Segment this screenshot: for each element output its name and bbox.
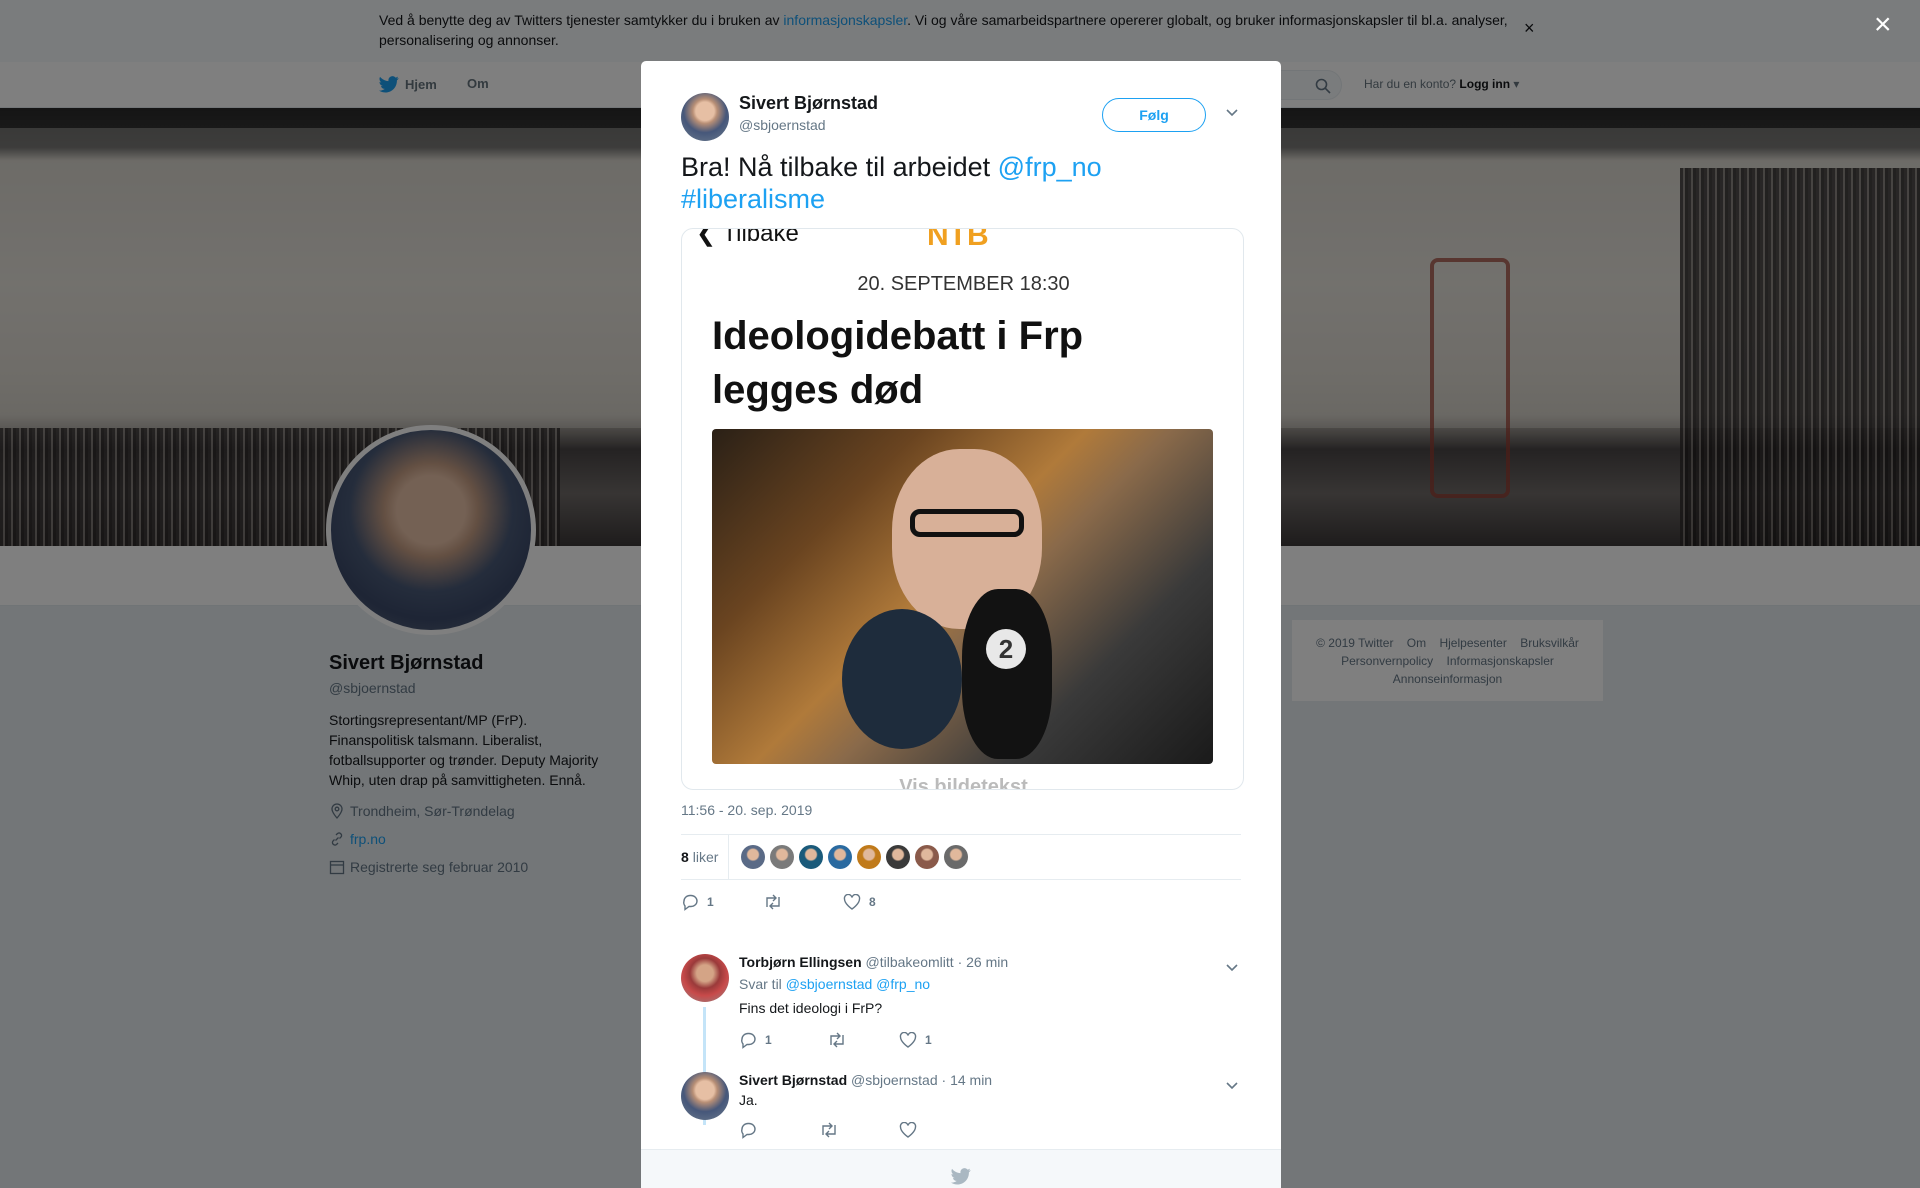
tweet-text-body: Bra! Nå tilbake til arbeidet <box>681 152 998 182</box>
twitter-bird-icon <box>951 1168 971 1185</box>
reply-action[interactable]: 1 <box>681 893 763 911</box>
media-back-text: ❮ Tilbake <box>696 228 799 247</box>
liker-avatar[interactable] <box>741 845 766 869</box>
heart-icon <box>899 1122 917 1138</box>
chevron-down-icon[interactable] <box>1225 960 1239 976</box>
photo-microphone <box>842 609 962 749</box>
photo-glasses <box>910 509 1024 537</box>
reply-actions <box>739 1121 917 1139</box>
reply-text: Ja. <box>739 1092 758 1108</box>
retweet-action[interactable] <box>763 894 843 910</box>
media-headline: Ideologidebatt i Frp legges død <box>712 314 1084 412</box>
tweet-author-handle[interactable]: @sbjoernstad <box>739 117 826 133</box>
reply-time[interactable]: · 26 min <box>958 954 1009 970</box>
liker-avatar[interactable] <box>857 845 882 869</box>
reply-action[interactable]: 1 <box>739 1031 827 1049</box>
reply-header: Sivert Bjørnstad @sbjoernstad · 14 min <box>739 1072 992 1088</box>
reply-icon <box>683 894 698 911</box>
media-logo: NTB <box>927 228 989 252</box>
photo-microphone: 2 <box>962 589 1052 759</box>
modal-footer <box>641 1149 1281 1188</box>
like-action[interactable] <box>899 1122 917 1138</box>
reply-author-handle[interactable]: @sbjoernstad <box>851 1072 938 1088</box>
reply-text: Fins det ideologi i FrP? <box>739 1000 883 1016</box>
follow-button[interactable]: Følg <box>1102 98 1206 132</box>
reply-to-label: Svar til <box>739 976 782 992</box>
tweet-author-name[interactable]: Sivert Bjørnstad <box>739 93 878 114</box>
liker-avatar[interactable] <box>799 845 824 869</box>
reply-author-avatar[interactable] <box>681 1072 729 1120</box>
chevron-down-icon[interactable] <box>1225 105 1239 121</box>
heart-icon <box>843 894 861 910</box>
divider <box>681 879 1241 880</box>
retweet-icon <box>766 894 780 910</box>
tweet-hashtag-link[interactable]: #liberalisme <box>681 184 825 214</box>
retweet-action[interactable] <box>827 1032 899 1048</box>
likes-word: liker <box>692 849 719 865</box>
retweet-icon <box>822 1122 836 1138</box>
retweet-icon <box>830 1032 844 1048</box>
reply-author-handle[interactable]: @tilbakeomlitt <box>866 954 954 970</box>
reply-action[interactable] <box>739 1121 819 1139</box>
close-modal-button[interactable]: × <box>1874 10 1892 40</box>
reply-header: Torbjørn Ellingsen @tilbakeomlitt · 26 m… <box>739 954 1008 970</box>
reply-author-name[interactable]: Torbjørn Ellingsen <box>739 954 862 970</box>
reply-to-mention[interactable]: @frp_no <box>876 976 930 992</box>
liker-avatar[interactable] <box>886 845 911 869</box>
chevron-down-icon[interactable] <box>1225 1078 1239 1094</box>
reply-count: 1 <box>707 895 714 909</box>
mic-label: 2 <box>986 629 1026 669</box>
likes-number: 8 <box>681 849 689 865</box>
tweet-timestamp[interactable]: 11:56 - 20. sep. 2019 <box>681 802 812 818</box>
likers-avatars <box>741 845 969 869</box>
reply-icon <box>741 1032 756 1049</box>
tweet-actions: 1 8 <box>681 893 876 911</box>
reply-actions: 1 1 <box>739 1031 932 1049</box>
tweet-mention-link[interactable]: @frp_no <box>998 152 1102 182</box>
media-photo: 2 <box>712 429 1213 764</box>
liker-avatar[interactable] <box>944 845 969 869</box>
like-action[interactable]: 1 <box>899 1032 932 1048</box>
liker-avatar[interactable] <box>915 845 940 869</box>
reply-author-name[interactable]: Sivert Bjørnstad <box>739 1072 847 1088</box>
media-caption: Vis bildetekst <box>899 776 1028 790</box>
reply-author-avatar[interactable] <box>681 954 729 1002</box>
tweet-author-avatar[interactable] <box>681 93 729 141</box>
reply-to-line: Svar til @sbjoernstad @frp_no <box>739 976 930 992</box>
tweet-text: Bra! Nå tilbake til arbeidet @frp_no #lib… <box>681 151 1241 215</box>
liker-avatar[interactable] <box>770 845 795 869</box>
reply-icon <box>741 1122 756 1139</box>
likes-row: 8 liker <box>681 835 1241 879</box>
reply-time[interactable]: · 14 min <box>942 1072 993 1088</box>
reply-to-mention[interactable]: @sbjoernstad <box>786 976 873 992</box>
liker-avatar[interactable] <box>828 845 853 869</box>
like-count: 8 <box>869 895 876 909</box>
tweet-modal: Sivert Bjørnstad @sbjoernstad Følg Bra! … <box>641 61 1281 1188</box>
retweet-action[interactable] <box>819 1122 899 1138</box>
reply-count: 1 <box>765 1033 772 1047</box>
like-action[interactable]: 8 <box>843 894 876 910</box>
media-date: 20. SEPTEMBER 18:30 <box>857 273 1070 295</box>
heart-icon <box>899 1032 917 1048</box>
tweet-media-image[interactable]: ❮ Tilbake NTB 20. SEPTEMBER 18:30 Ideolo… <box>681 228 1244 790</box>
likes-count[interactable]: 8 liker <box>681 835 730 879</box>
like-count: 1 <box>925 1033 932 1047</box>
